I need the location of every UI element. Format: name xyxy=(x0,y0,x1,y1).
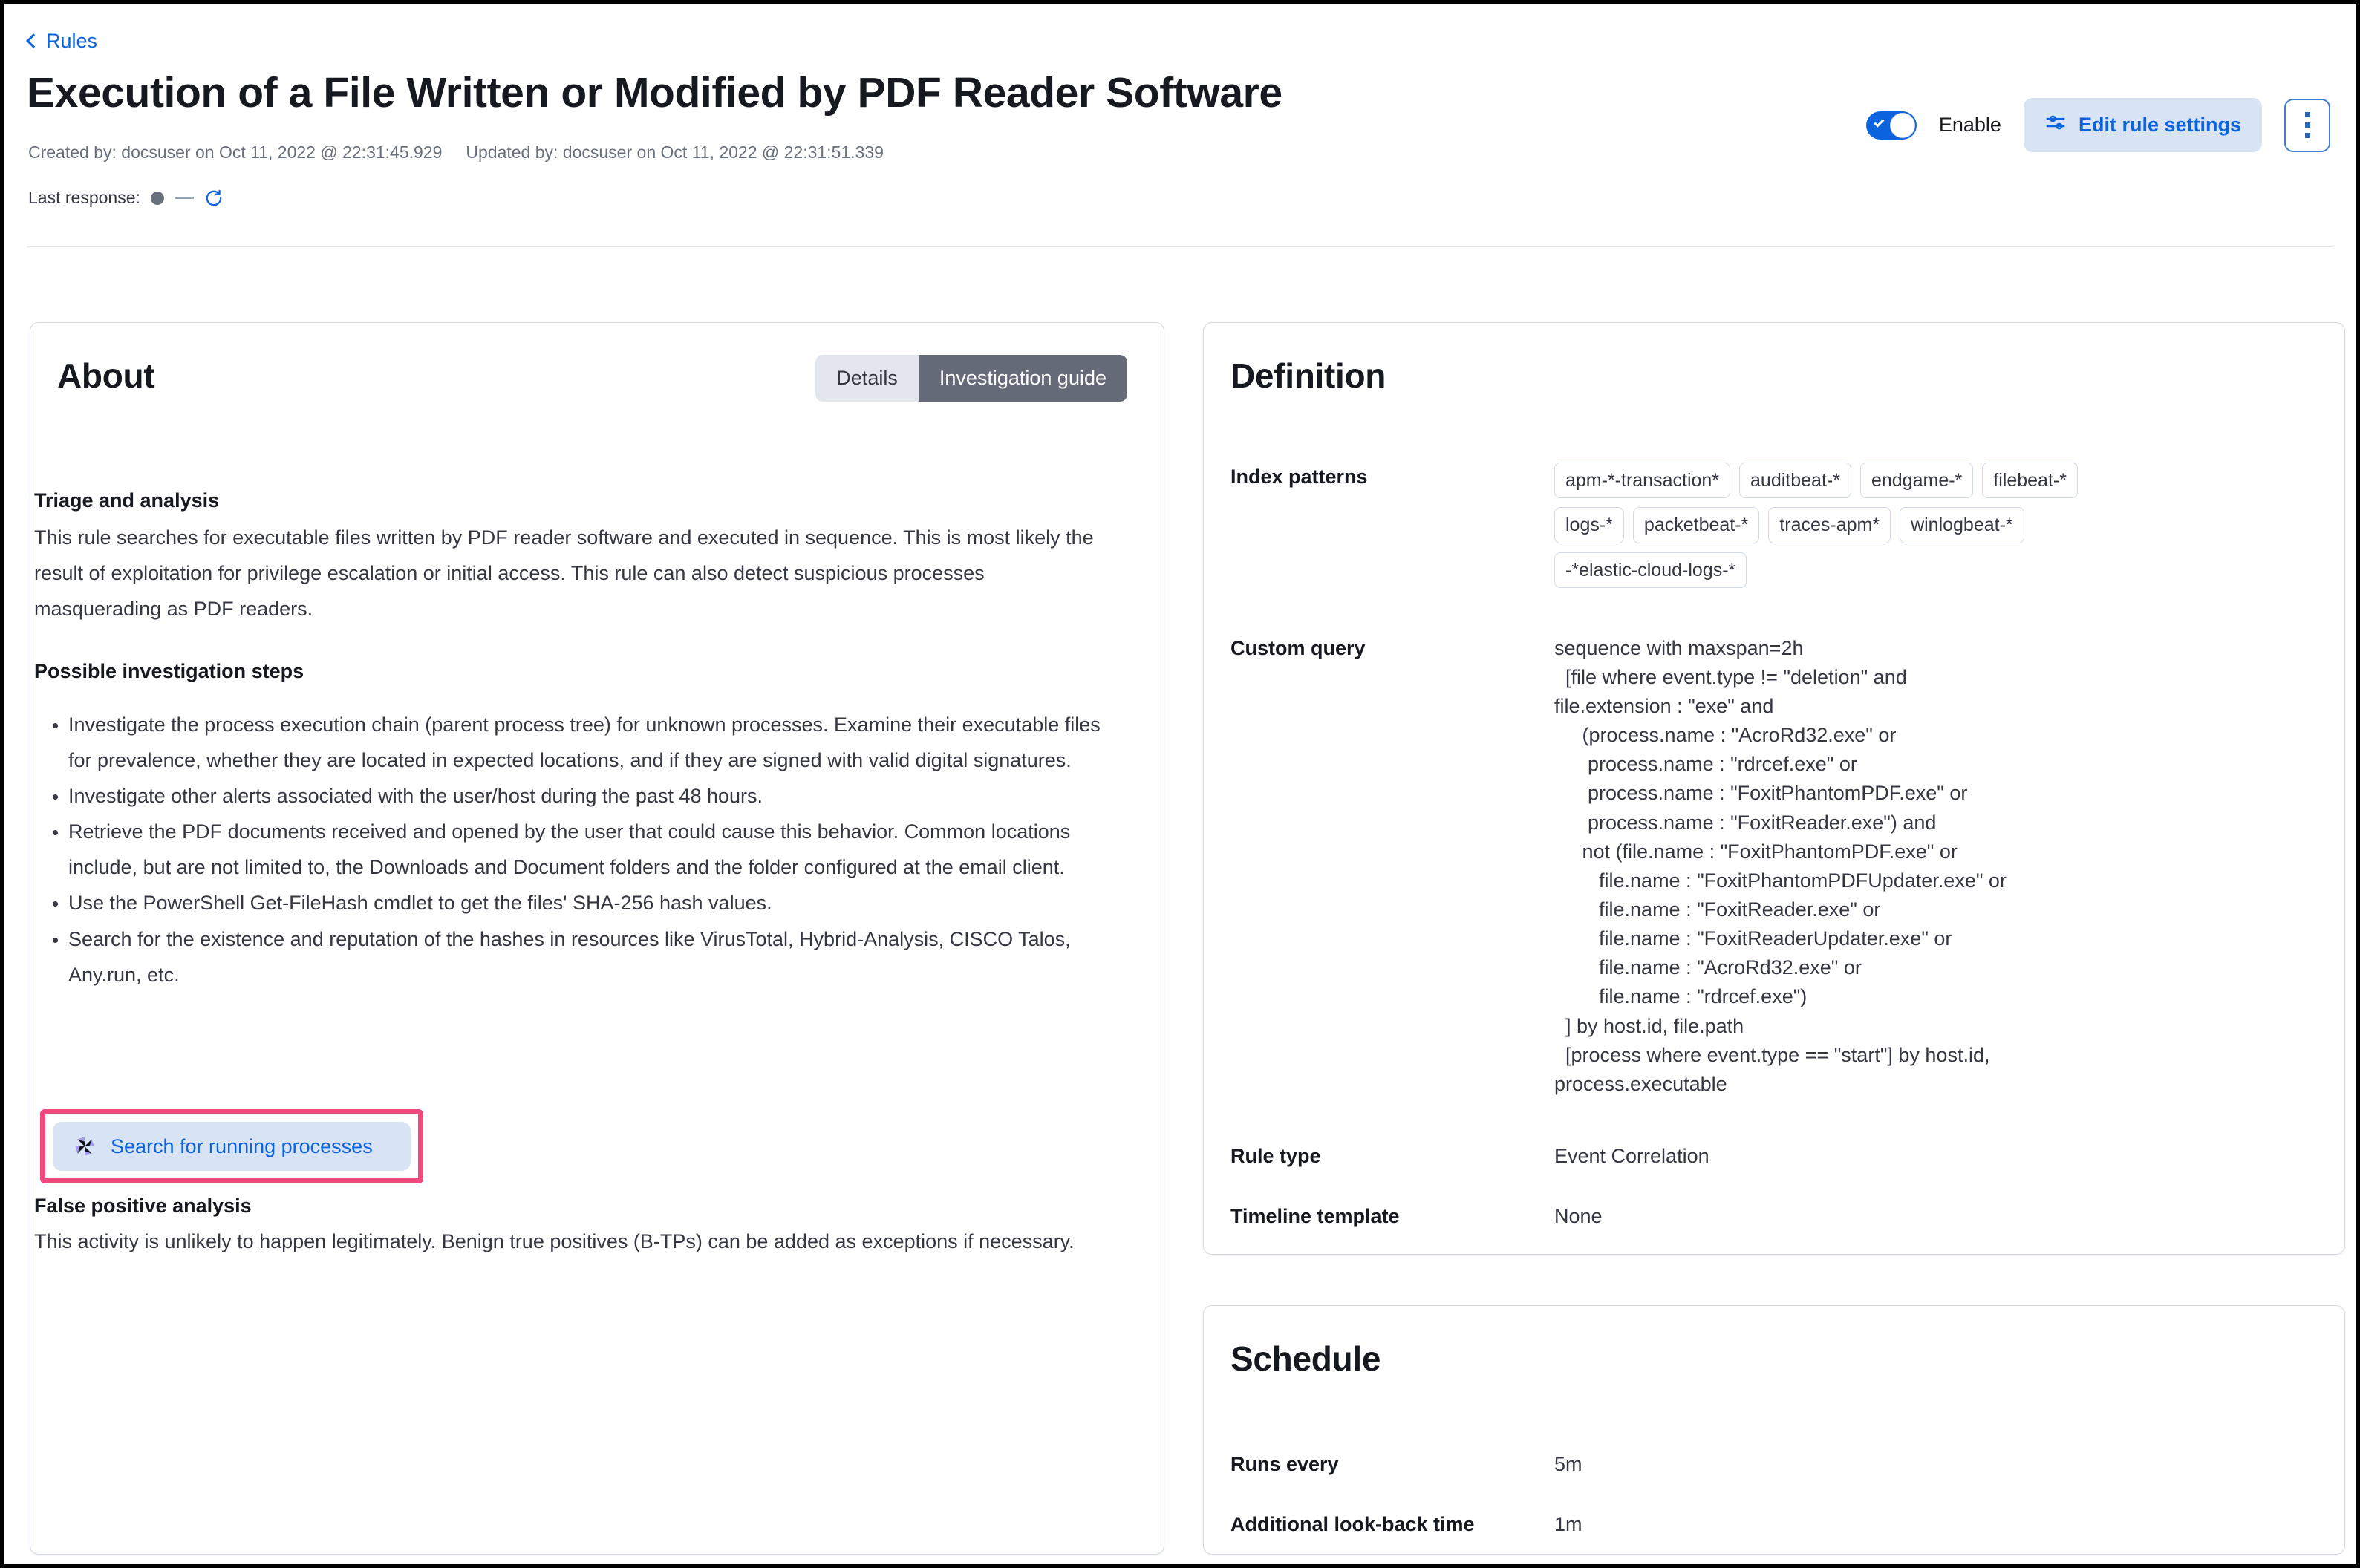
index-pattern-badge[interactable]: traces-apm* xyxy=(1768,507,1891,543)
osquery-pinwheel-icon xyxy=(72,1134,97,1159)
runs-every-label: Runs every xyxy=(1230,1453,1339,1475)
check-icon xyxy=(1874,116,1885,128)
false-positive-heading: False positive analysis xyxy=(34,1195,252,1217)
definition-row-index-patterns: Index patterns apm-*-transaction* auditb… xyxy=(1230,463,2315,588)
triage-text: This rule searches for executable files … xyxy=(34,526,1094,621)
schedule-panel: Schedule Runs every 5m Additional look-b… xyxy=(1203,1305,2345,1555)
definition-row-timeline-template: Timeline template None xyxy=(1230,1202,2315,1231)
status-dot-icon xyxy=(150,191,164,205)
app-screenshot-frame: Rules Execution of a File Written or Mod… xyxy=(0,0,2360,1568)
updated-by-text: Updated by: docsuser on Oct 11, 2022 @ 2… xyxy=(466,143,884,162)
false-positive-text: This activity is unlikely to happen legi… xyxy=(34,1230,1075,1253)
index-pattern-badge[interactable]: apm-*-transaction* xyxy=(1554,463,1731,499)
custom-query-value: sequence with maxspan=2h [file where eve… xyxy=(1554,636,2007,1095)
definition-row-custom-query: Custom query sequence with maxspan=2h [f… xyxy=(1230,634,2315,1099)
more-actions-button[interactable] xyxy=(2284,98,2330,152)
list-item: Investigate the process execution chain … xyxy=(68,707,1104,778)
toggle-knob xyxy=(1889,112,1915,138)
osquery-button-highlight: Search for running processes xyxy=(40,1109,423,1183)
schedule-panel-title: Schedule xyxy=(1230,1339,1381,1378)
kebab-dot-icon xyxy=(2304,112,2310,117)
investigation-steps-list: Investigate the process execution chain … xyxy=(34,707,1104,992)
schedule-list: Runs every 5m Additional look-back time … xyxy=(1230,1450,2315,1539)
index-patterns-label: Index patterns xyxy=(1230,466,1368,488)
definition-panel-title: Definition xyxy=(1230,356,1386,395)
sliders-icon xyxy=(2044,111,2067,139)
steps-heading: Possible investigation steps xyxy=(34,660,304,683)
runs-every-value: 5m xyxy=(1554,1453,1582,1475)
refresh-icon[interactable] xyxy=(204,189,224,208)
enable-label: Enable xyxy=(1938,114,2001,136)
rule-type-label: Rule type xyxy=(1230,1145,1321,1167)
definition-list: Index patterns apm-*-transaction* auditb… xyxy=(1230,463,2315,1231)
definition-row-rule-type: Rule type Event Correlation xyxy=(1230,1142,2315,1171)
index-pattern-badge[interactable]: auditbeat-* xyxy=(1739,463,1851,499)
about-panel-title: About xyxy=(57,356,155,395)
breadcrumb-label: Rules xyxy=(46,30,98,52)
breadcrumb-rules-link[interactable]: Rules xyxy=(26,30,98,53)
header-divider xyxy=(27,246,2333,247)
timeline-template-value: None xyxy=(1554,1205,1603,1228)
last-response-row: Last response: xyxy=(28,188,224,208)
index-pattern-badge[interactable]: logs-* xyxy=(1554,507,1624,543)
chevron-left-icon xyxy=(26,33,41,48)
list-item: Use the PowerShell Get-FileHash cmdlet t… xyxy=(68,885,1104,921)
edit-rule-settings-button[interactable]: Edit rule settings xyxy=(2023,98,2262,152)
schedule-row-lookback: Additional look-back time 1m xyxy=(1230,1510,2315,1539)
rule-meta: Created by: docsuser on Oct 11, 2022 @ 2… xyxy=(28,143,884,163)
enable-rule-toggle[interactable] xyxy=(1865,111,1917,140)
triage-heading: Triage and analysis xyxy=(34,489,220,512)
edit-rule-settings-label: Edit rule settings xyxy=(2078,114,2241,136)
lookback-label: Additional look-back time xyxy=(1230,1513,1475,1536)
index-patterns-badges: apm-*-transaction* auditbeat-* endgame-*… xyxy=(1554,463,2096,588)
list-item: Retrieve the PDF documents received and … xyxy=(68,814,1104,885)
definition-panel: Definition Index patterns apm-*-transact… xyxy=(1203,322,2345,1255)
lookback-value: 1m xyxy=(1554,1513,1582,1536)
search-running-processes-button[interactable]: Search for running processes xyxy=(53,1122,411,1171)
last-response-label: Last response: xyxy=(28,188,140,207)
schedule-row-runs-every: Runs every 5m xyxy=(1230,1450,2315,1479)
index-pattern-badge[interactable]: packetbeat-* xyxy=(1632,507,1760,543)
false-positive-block: False positive analysis This activity is… xyxy=(34,1188,1104,1259)
timeline-template-label: Timeline template xyxy=(1230,1205,1400,1228)
list-item: Search for the existence and reputation … xyxy=(68,921,1104,993)
header-actions: Enable Edit rule settings xyxy=(1865,98,2330,152)
index-pattern-badge[interactable]: filebeat-* xyxy=(1982,463,2078,499)
about-tab-group: Details Investigation guide xyxy=(815,355,1127,402)
list-item: Investigate other alerts associated with… xyxy=(68,778,1104,814)
search-running-processes-label: Search for running processes xyxy=(111,1134,373,1157)
custom-query-label: Custom query xyxy=(1230,636,1366,659)
index-pattern-badge[interactable]: -*elastic-cloud-logs-* xyxy=(1554,552,1747,588)
index-pattern-badge[interactable]: winlogbeat-* xyxy=(1900,507,2024,543)
investigation-guide-content: Triage and analysis This rule searches f… xyxy=(34,483,1104,997)
tab-investigation-guide[interactable]: Investigation guide xyxy=(918,355,1127,402)
last-response-value-dash xyxy=(174,197,194,199)
rule-details-page: Rules Execution of a File Written or Mod… xyxy=(7,7,2353,1561)
page-title: Execution of a File Written or Modified … xyxy=(27,69,1282,117)
created-by-text: Created by: docsuser on Oct 11, 2022 @ 2… xyxy=(28,143,443,162)
rule-type-value: Event Correlation xyxy=(1554,1145,1709,1167)
kebab-dot-icon xyxy=(2304,133,2310,138)
kebab-dot-icon xyxy=(2304,122,2310,128)
index-pattern-badge[interactable]: endgame-* xyxy=(1859,463,1974,499)
tab-details[interactable]: Details xyxy=(815,355,919,402)
